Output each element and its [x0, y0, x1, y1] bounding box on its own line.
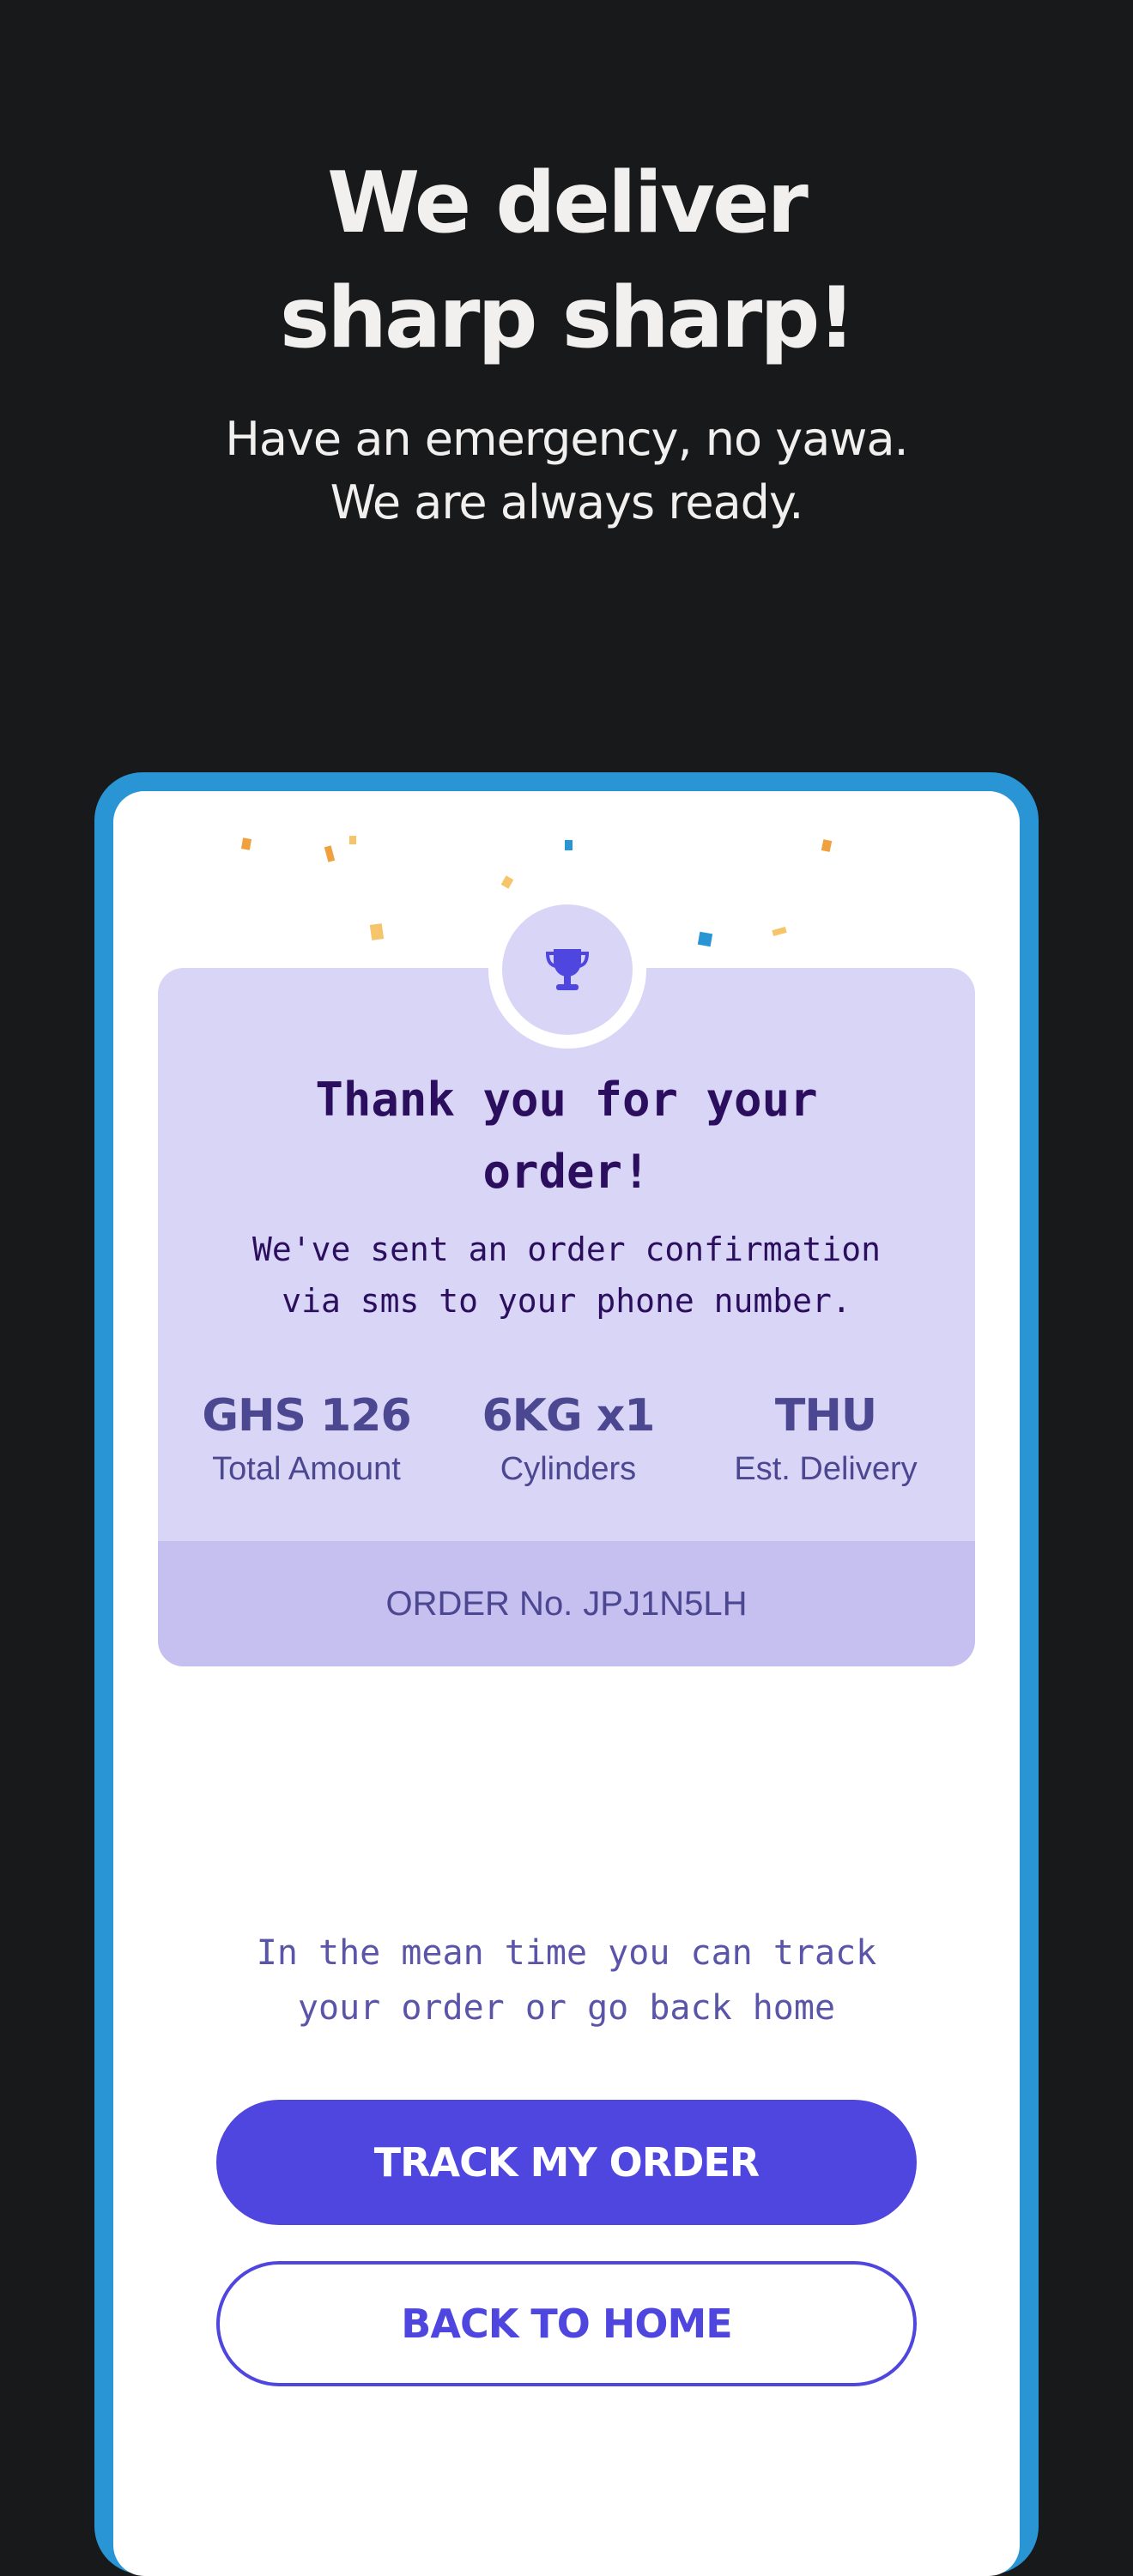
tracking-hint-line-1: In the mean time you can track — [256, 1933, 877, 1973]
confetti-piece — [500, 875, 514, 889]
trophy-icon — [545, 949, 590, 990]
trophy-badge-inner — [502, 904, 633, 1035]
track-my-order-button[interactable]: TRACK MY ORDER — [216, 2100, 917, 2225]
confirmation-message-line-2: via sms to your phone number. — [282, 1282, 851, 1320]
confirmation-message-line-1: We've sent an order confirmation — [251, 1231, 882, 1268]
phone-screen: Thank you for your order! We've sent an … — [113, 791, 1020, 2576]
hero-title: We deliver sharp sharp! — [0, 146, 1133, 376]
order-number-value: JPJ1N5LH — [583, 1584, 748, 1623]
confetti-piece — [565, 840, 573, 850]
confirmation-title-line-1: Thank you for your — [315, 1073, 818, 1127]
back-to-home-button[interactable]: BACK TO HOME — [216, 2261, 917, 2386]
confetti-piece — [697, 931, 713, 947]
confetti-piece — [821, 839, 833, 852]
stat-label: Cylinders — [500, 1451, 637, 1487]
tracking-hint-line-2: your order or go back home — [297, 1988, 836, 2028]
tracking-hint: In the mean time you can track your orde… — [113, 1926, 1020, 2035]
order-confirmation-card: Thank you for your order! We've sent an … — [158, 968, 975, 1666]
stat-value: GHS 126 — [202, 1390, 411, 1442]
stat-label: Est. Delivery — [734, 1451, 918, 1487]
hero-subtitle-line-2: We are always ready. — [330, 475, 804, 529]
trophy-badge — [488, 891, 646, 1049]
order-stats: GHS 126 Total Amount 6KG x1 Cylinders TH… — [158, 1388, 975, 1500]
confetti-piece — [324, 845, 336, 862]
confirmation-title: Thank you for your order! — [158, 1064, 975, 1208]
stat-value: 6KG x1 — [482, 1390, 656, 1442]
confirmation-message: We've sent an order confirmation via sms… — [158, 1224, 975, 1327]
stat-label: Total Amount — [212, 1451, 401, 1487]
confetti-piece — [240, 838, 252, 850]
stat-total-amount: GHS 126 Total Amount — [178, 1388, 435, 1490]
hero-subtitle-line-1: Have an emergency, no yawa. — [225, 412, 908, 466]
stat-cylinders: 6KG x1 Cylinders — [439, 1388, 697, 1490]
confetti-piece — [369, 923, 385, 940]
phone-frame: Thank you for your order! We've sent an … — [94, 772, 1039, 2576]
order-number-label: ORDER No. — [385, 1584, 573, 1623]
hero-title-line-2: sharp sharp! — [279, 269, 856, 367]
stat-value: THU — [774, 1390, 877, 1442]
hero-subtitle: Have an emergency, no yawa. We are alway… — [0, 408, 1133, 535]
confirmation-title-line-2: order! — [482, 1145, 651, 1199]
confetti-piece — [349, 836, 356, 844]
order-number-strip: ORDER No. JPJ1N5LH — [158, 1541, 975, 1666]
confetti-piece — [772, 927, 787, 936]
stat-est-delivery: THU Est. Delivery — [697, 1388, 954, 1490]
hero-title-line-1: We deliver — [327, 154, 809, 252]
